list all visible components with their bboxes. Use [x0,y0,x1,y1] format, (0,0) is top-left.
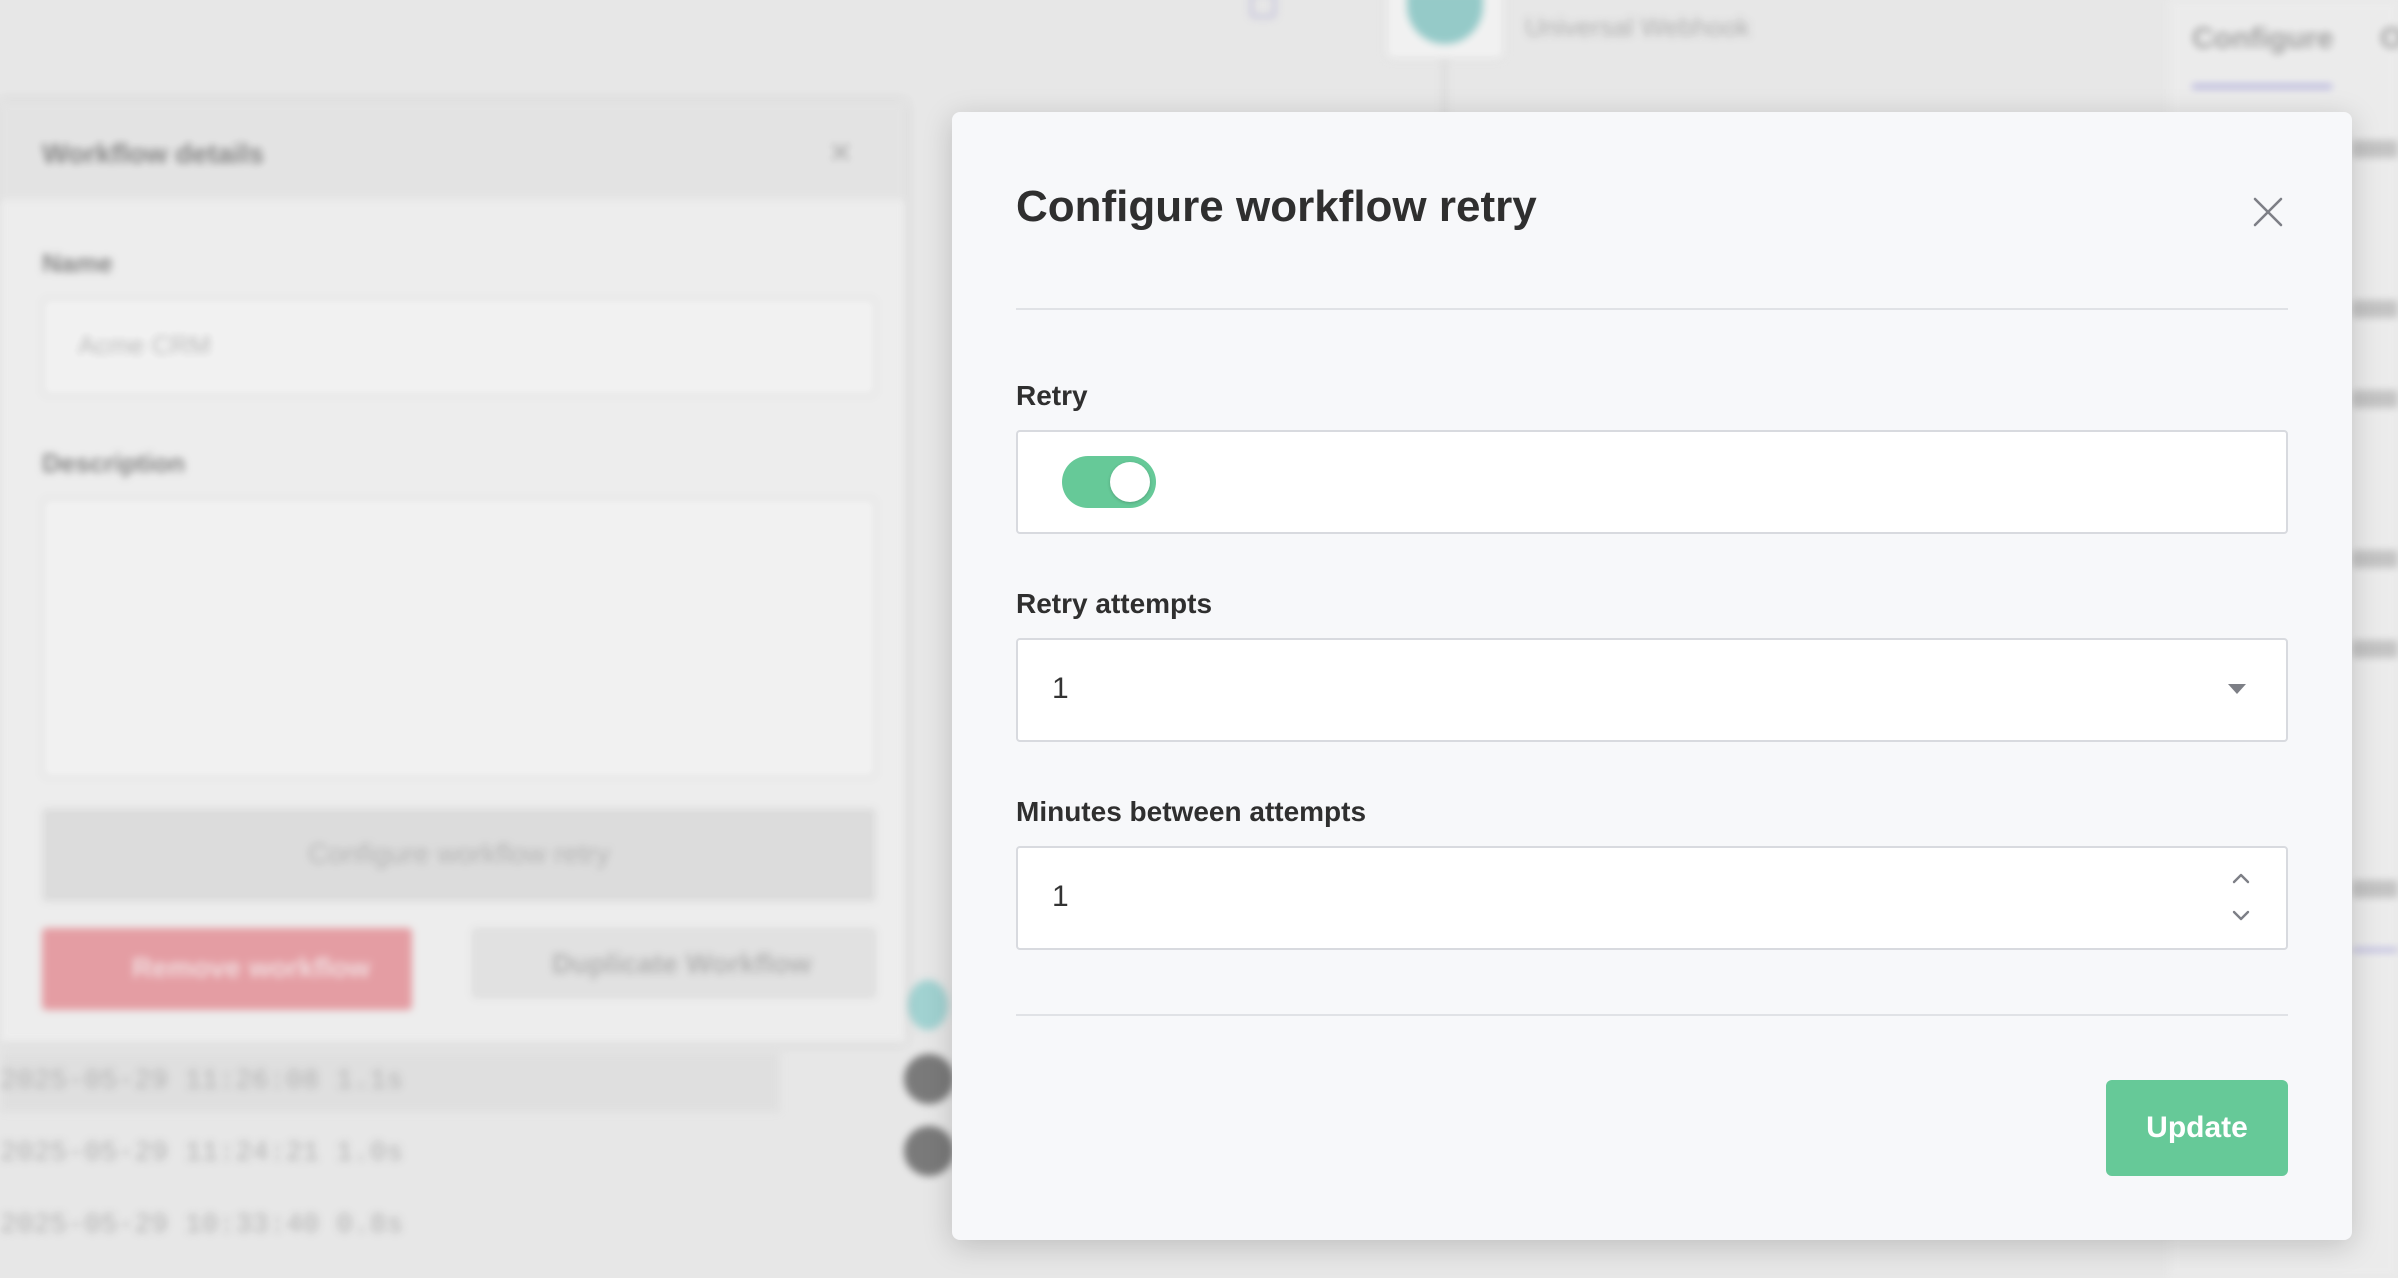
retry-attempts-label: Retry attempts [1016,588,1213,619]
minutes-between-value: 1 [1052,880,1069,913]
decrement-button[interactable] [2230,904,2252,926]
retry-attempts-value: 1 [1052,672,1069,705]
close-button[interactable] [2232,176,2304,248]
retry-toggle[interactable] [1062,456,1156,508]
update-button[interactable]: Update [2106,1080,2288,1176]
increment-button[interactable] [2230,868,2252,890]
retry-label: Retry [1016,380,1088,411]
chevron-down-icon [2232,910,2250,921]
footer-divider [1016,1014,2288,1016]
configure-retry-dialog: Configure workflow retry Retry Retry att… [952,112,2352,1240]
chevron-up-icon [2232,873,2250,884]
chevron-down-icon [2228,684,2246,694]
minutes-between-label: Minutes between attempts [1016,796,1367,827]
header-divider [1016,308,2288,310]
minutes-between-input[interactable]: 1 [1016,846,2288,950]
retry-field [1016,430,2288,534]
retry-attempts-select[interactable]: 1 [1016,638,2288,742]
dialog-title: Configure workflow retry [1016,182,1537,231]
close-icon [2253,197,2283,227]
toggle-knob [1110,462,1150,502]
